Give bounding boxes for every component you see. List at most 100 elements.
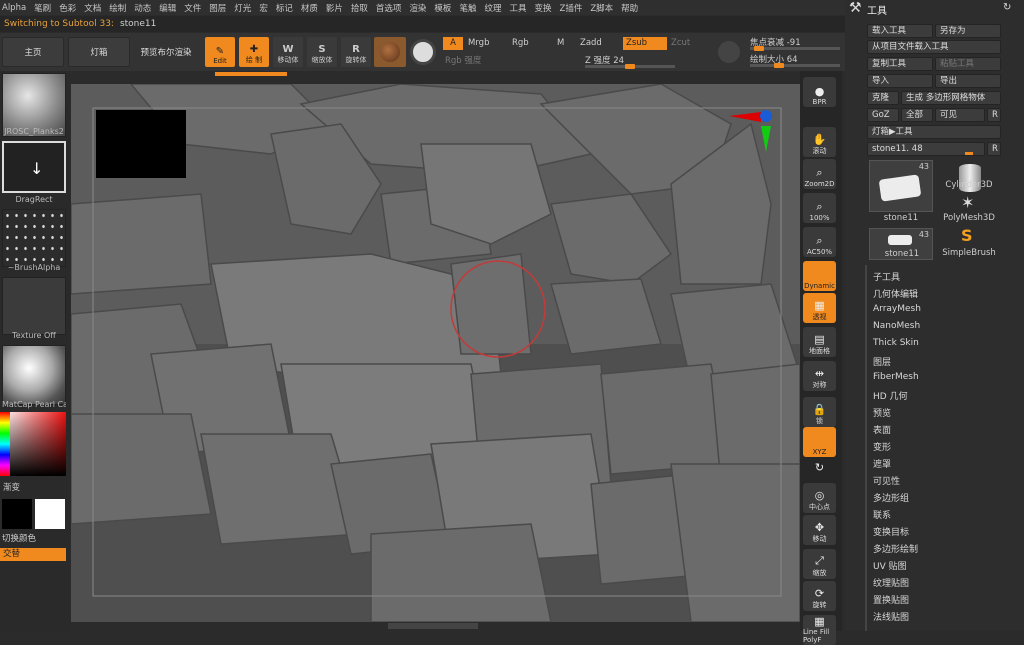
viewport-scroll-handle[interactable] [388, 623, 478, 629]
right-shelf-button[interactable]: ▤ 地面格 [803, 327, 836, 357]
z-intensity-track[interactable] [585, 64, 675, 69]
paste-tool-button[interactable]: 粘贴工具 [935, 57, 1001, 71]
right-shelf-button[interactable]: ⤢ 缩放 [803, 549, 836, 579]
right-shelf-button[interactable]: ⟳ 旋转 [803, 581, 836, 611]
load-from-project-button[interactable]: 从项目文件载入工具 [867, 40, 1001, 54]
zsub-button[interactable]: Zsub [623, 37, 667, 50]
right-shelf-button[interactable]: Dynamic [803, 261, 836, 291]
menu-item[interactable]: 图层 [209, 2, 226, 14]
mrgb-button[interactable]: Mrgb [468, 38, 489, 48]
right-shelf-button[interactable]: ⌕ 100% [803, 193, 836, 223]
right-shelf-button[interactable]: ✥ 移动 [803, 515, 836, 545]
home-button[interactable]: 主页 [2, 37, 64, 67]
scale-button[interactable]: S 缩放体 [307, 37, 337, 67]
subpalette-item[interactable]: 表面 [873, 423, 891, 436]
m-button[interactable]: M [557, 38, 564, 48]
draw-size-track[interactable] [750, 63, 840, 68]
focal-shift-track[interactable] [750, 46, 840, 51]
subpalette-item[interactable]: 子工具 [873, 270, 900, 283]
alpha-thumbnail[interactable] [2, 209, 66, 267]
menu-item[interactable]: 笔触 [459, 2, 476, 14]
load-tool-button[interactable]: 载入工具 [867, 24, 933, 38]
secondary-color-swatch[interactable] [35, 499, 65, 529]
color-picker[interactable] [2, 412, 66, 476]
subpalette-item[interactable]: 置换贴图 [873, 593, 909, 606]
tool-thumb-polymesh3d[interactable]: ✶ PolyMesh3D [937, 193, 1001, 225]
tool-thumb-stone11[interactable]: 43 [869, 160, 933, 212]
menu-item[interactable]: 笔刷 [34, 2, 51, 14]
menu-item[interactable]: 色彩 [59, 2, 76, 14]
right-shelf-button[interactable]: ● BPR [803, 77, 836, 107]
material-swatch[interactable] [374, 37, 406, 67]
alternate-button[interactable]: 交替 [0, 548, 66, 561]
menu-item[interactable]: 宏 [259, 2, 268, 14]
subpalette-item[interactable]: 纹理贴图 [873, 576, 909, 589]
menu-item[interactable]: 变换 [534, 2, 551, 14]
zcut-button[interactable]: Zcut [671, 38, 690, 48]
menu-item[interactable]: 首选项 [376, 2, 402, 14]
rotate-button[interactable]: R 旋转体 [341, 37, 371, 67]
hue-strip[interactable] [0, 412, 10, 476]
subpalette-item[interactable]: ArrayMesh [873, 304, 921, 314]
z-intensity-knob[interactable] [625, 64, 635, 69]
subpalette-item[interactable]: NanoMesh [873, 321, 920, 331]
subpalette-item[interactable]: 变换目标 [873, 525, 909, 538]
rgb-button[interactable]: Rgb [512, 38, 529, 48]
menu-item[interactable]: 纹理 [484, 2, 501, 14]
subpalette-item[interactable]: 可见性 [873, 474, 900, 487]
refresh-icon[interactable]: ↻ [1003, 2, 1011, 13]
subpalette-item[interactable]: 几何体编辑 [873, 287, 918, 300]
right-shelf-button[interactable]: ⌕ Zoom2D [803, 159, 836, 189]
draw-button[interactable]: ✚ 绘 制 [239, 37, 269, 67]
menu-item[interactable]: 绘制 [109, 2, 126, 14]
right-shelf-button[interactable]: ↻ [803, 445, 836, 475]
subpalette-item[interactable]: 遮罩 [873, 457, 891, 470]
save-as-button[interactable]: 另存为 [935, 24, 1001, 38]
subpalette-item[interactable]: Thick Skin [873, 338, 919, 348]
menu-item[interactable]: 影片 [326, 2, 343, 14]
menu-item[interactable]: 渲染 [409, 2, 426, 14]
menu-item[interactable]: Alpha [2, 3, 26, 13]
subpalette-item[interactable]: FiberMesh [873, 372, 919, 382]
menu-item[interactable]: 灯光 [234, 2, 251, 14]
stroke-thumbnail[interactable]: ↓ [2, 141, 66, 193]
menu-item[interactable]: 工具 [509, 2, 526, 14]
lightbox-tools-button[interactable]: 灯箱▶工具 [867, 125, 1001, 139]
import-button[interactable]: 导入 [867, 74, 933, 88]
right-shelf-button[interactable]: 🔒 锁 [803, 397, 836, 427]
lightbox-button[interactable]: 灯箱 [68, 37, 130, 67]
right-shelf-button[interactable]: ▦ 透视 [803, 293, 836, 323]
tool-thumb-stone11-b[interactable]: 43 stone11 [869, 228, 933, 260]
menu-item[interactable]: 文件 [184, 2, 201, 14]
subpalette-item[interactable]: 联系 [873, 508, 891, 521]
r-button[interactable]: R [987, 108, 1001, 122]
right-shelf-button[interactable]: ⌕ AC50% [803, 227, 836, 257]
menu-item[interactable]: 拾取 [351, 2, 368, 14]
menu-item[interactable]: 编辑 [159, 2, 176, 14]
bpr-button[interactable]: 预览布尔渲染 [134, 37, 198, 67]
menu-item[interactable]: Z脚本 [590, 2, 613, 14]
current-tool-r-button[interactable]: R [987, 142, 1001, 156]
right-shelf-button[interactable]: ▦ Line Fill PolyF [803, 615, 836, 645]
switch-color-button[interactable]: 切换颜色 [2, 532, 36, 544]
brush-settings-icon[interactable] [718, 41, 740, 63]
visible-button[interactable]: 可见 [935, 108, 985, 122]
clone-button[interactable]: 克隆 [867, 91, 899, 105]
current-tool-slider[interactable]: stone11. 48 [867, 142, 985, 156]
export-button[interactable]: 导出 [935, 74, 1001, 88]
canvas-viewport[interactable] [71, 84, 800, 622]
subpalette-item[interactable]: 预览 [873, 406, 891, 419]
copy-tool-button[interactable]: 复制工具 [867, 57, 933, 71]
menu-item[interactable]: 标记 [276, 2, 293, 14]
menu-item[interactable]: 模板 [434, 2, 451, 14]
move-button[interactable]: W 移动体 [273, 37, 303, 67]
primary-color-swatch[interactable] [2, 499, 32, 529]
right-shelf-button[interactable]: ✋ 滚动 [803, 127, 836, 157]
subpalette-item[interactable]: 法线贴图 [873, 610, 909, 623]
current-tool-knob[interactable] [965, 152, 973, 155]
texture-thumbnail[interactable] [2, 277, 66, 335]
subpalette-item[interactable]: 变形 [873, 440, 891, 453]
color-toggle-icon[interactable] [410, 39, 436, 65]
draw-size-knob[interactable] [774, 63, 784, 68]
subpalette-item[interactable]: 多边形绘制 [873, 542, 918, 555]
